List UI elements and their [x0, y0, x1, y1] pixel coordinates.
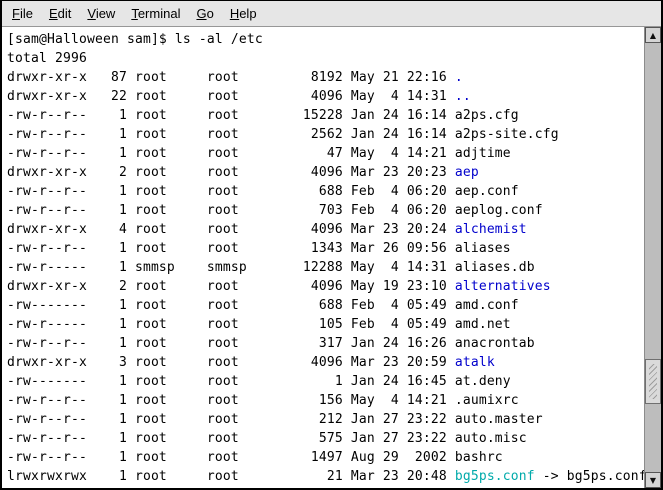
- terminal-line: -rw-r--r-- 1 root root 688 Feb 4 06:20 a…: [7, 182, 644, 201]
- terminal-line: -rw-r--r-- 1 root root 1343 Mar 26 09:56…: [7, 239, 644, 258]
- terminal-line: -rw-r--r-- 1 root root 156 May 4 14:21 .…: [7, 391, 644, 410]
- terminal-line: -rw-r--r-- 1 root root 47 May 4 14:21 ad…: [7, 144, 644, 163]
- terminal-line: -rw-r----- 1 smmsp smmsp 12288 May 4 14:…: [7, 258, 644, 277]
- scrollbar-thumb[interactable]: [645, 359, 661, 404]
- file-name: bashrc: [455, 450, 503, 465]
- scroll-down-button[interactable]: ▼: [645, 472, 661, 488]
- terminal-output[interactable]: [sam@Halloween sam]$ ls -al /etctotal 29…: [2, 27, 644, 488]
- file-name: ..: [455, 89, 471, 104]
- file-name: auto.master: [455, 412, 543, 427]
- file-name: anacrontab: [455, 336, 535, 351]
- file-name: amd.conf: [455, 298, 519, 313]
- terminal-line: -rw-r--r-- 1 root root 2562 Jan 24 16:14…: [7, 125, 644, 144]
- terminal-line: -rw-r--r-- 1 root root 15228 Jan 24 16:1…: [7, 106, 644, 125]
- menu-item-go[interactable]: Go: [188, 3, 221, 24]
- terminal-line: -rw-r--r-- 1 root root 703 Feb 4 06:20 a…: [7, 201, 644, 220]
- file-name: alternatives: [455, 279, 551, 294]
- file-name: adjtime: [455, 146, 511, 161]
- file-name: aep.conf: [455, 184, 519, 199]
- terminal-line: drwxr-xr-x 2 root root 4096 Mar 23 20:23…: [7, 163, 644, 182]
- terminal-line: drwxr-xr-x 22 root root 4096 May 4 14:31…: [7, 87, 644, 106]
- file-name: at.deny: [455, 374, 511, 389]
- menu-item-file[interactable]: File: [4, 3, 41, 24]
- terminal-line: -rw-r--r-- 1 root root 212 Jan 27 23:22 …: [7, 410, 644, 429]
- terminal-line: -rw-r--r-- 1 root root 575 Jan 27 23:22 …: [7, 429, 644, 448]
- terminal-line: -rw------- 1 root root 1 Jan 24 16:45 at…: [7, 372, 644, 391]
- scroll-up-button[interactable]: ▲: [645, 27, 661, 43]
- menubar: FileEditViewTerminalGoHelp: [2, 1, 661, 27]
- menu-item-help[interactable]: Help: [222, 3, 265, 24]
- terminal-line: drwxr-xr-x 87 root root 8192 May 21 22:1…: [7, 68, 644, 87]
- scrollbar-thumb-grip-icon: [649, 364, 657, 399]
- file-name: amd.net: [455, 317, 511, 332]
- menu-item-view[interactable]: View: [79, 3, 123, 24]
- terminal-line: -rw-r----- 1 root root 105 Feb 4 05:49 a…: [7, 315, 644, 334]
- scroll-up-icon: ▲: [650, 31, 656, 40]
- file-name: alchemist: [455, 222, 527, 237]
- prompt-line: [sam@Halloween sam]$ ls -al /etc: [7, 30, 644, 49]
- terminal-line: drwxr-xr-x 2 root root 4096 May 19 23:10…: [7, 277, 644, 296]
- scroll-down-icon: ▼: [650, 476, 656, 485]
- file-name: aeplog.conf: [455, 203, 543, 218]
- terminal-line: drwxr-xr-x 4 root root 4096 Mar 23 20:24…: [7, 220, 644, 239]
- file-name: bg5ps.conf: [455, 469, 535, 484]
- menu-item-edit[interactable]: Edit: [41, 3, 79, 24]
- file-name: auto.misc: [455, 431, 527, 446]
- file-name: .aumixrc: [455, 393, 519, 408]
- file-name: a2ps-site.cfg: [455, 127, 559, 142]
- terminal-window: FileEditViewTerminalGoHelp [sam@Hallowee…: [0, 0, 663, 490]
- menu-item-terminal[interactable]: Terminal: [123, 3, 188, 24]
- terminal-line: -rw-r--r-- 1 root root 317 Jan 24 16:26 …: [7, 334, 644, 353]
- terminal-line: -rw------- 1 root root 688 Feb 4 05:49 a…: [7, 296, 644, 315]
- scrollbar[interactable]: ▲ ▼: [644, 27, 661, 488]
- file-name: aliases.db: [455, 260, 535, 275]
- terminal-line: drwxr-xr-x 3 root root 4096 Mar 23 20:59…: [7, 353, 644, 372]
- file-name: a2ps.cfg: [455, 108, 519, 123]
- scrollbar-trough[interactable]: [645, 43, 661, 472]
- terminal-line: lrwxrwxrwx 1 root root 21 Mar 23 20:48 b…: [7, 467, 644, 486]
- file-name: .: [455, 70, 463, 85]
- file-name: atalk: [455, 355, 495, 370]
- total-line: total 2996: [7, 49, 644, 68]
- terminal-line: -rw-r--r-- 1 root root 1497 Aug 29 2002 …: [7, 448, 644, 467]
- file-name: aep: [455, 165, 479, 180]
- file-name: aliases: [455, 241, 511, 256]
